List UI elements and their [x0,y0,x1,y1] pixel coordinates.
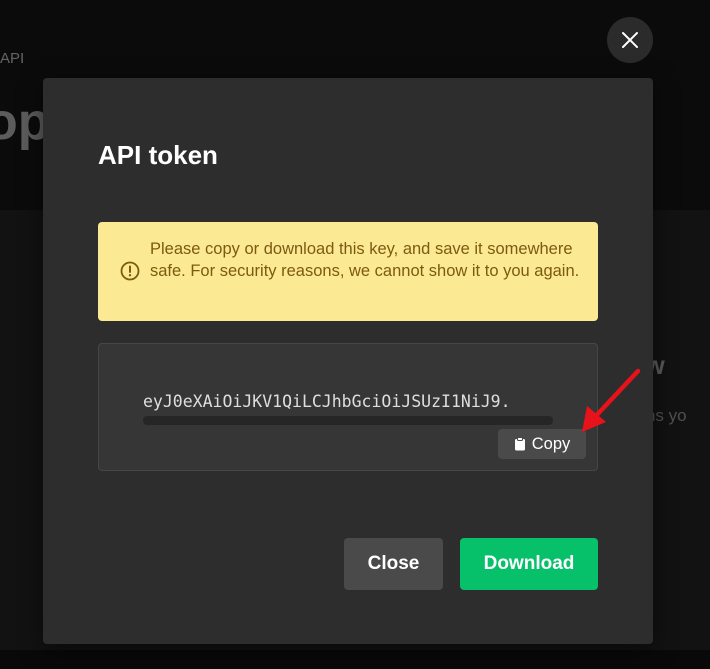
security-warning: Please copy or download this key, and sa… [98,222,598,321]
close-icon [622,32,638,48]
api-token-dialog: API token Please copy or download this k… [43,78,653,644]
dialog-title: API token [98,140,218,170]
warning-icon [120,261,140,281]
token-container: eyJ0eXAiOiJKV1QiLCJhbGciOiJSUzI1NiJ9. Co… [98,343,598,471]
close-button[interactable]: Close [344,538,443,590]
download-button[interactable]: Download [460,538,598,590]
copy-button-label: Copy [531,434,571,453]
copy-button[interactable]: Copy [498,429,586,459]
dismiss-modal-button[interactable] [607,17,653,63]
warning-message: Please copy or download this key, and sa… [150,240,580,280]
clipboard-icon [514,437,525,451]
annotation-arrow [582,368,641,432]
api-token-value[interactable]: eyJ0eXAiOiJKV1QiLCJhbGciOiJSUzI1NiJ9. [143,392,511,411]
token-scrollbar[interactable] [143,416,553,425]
